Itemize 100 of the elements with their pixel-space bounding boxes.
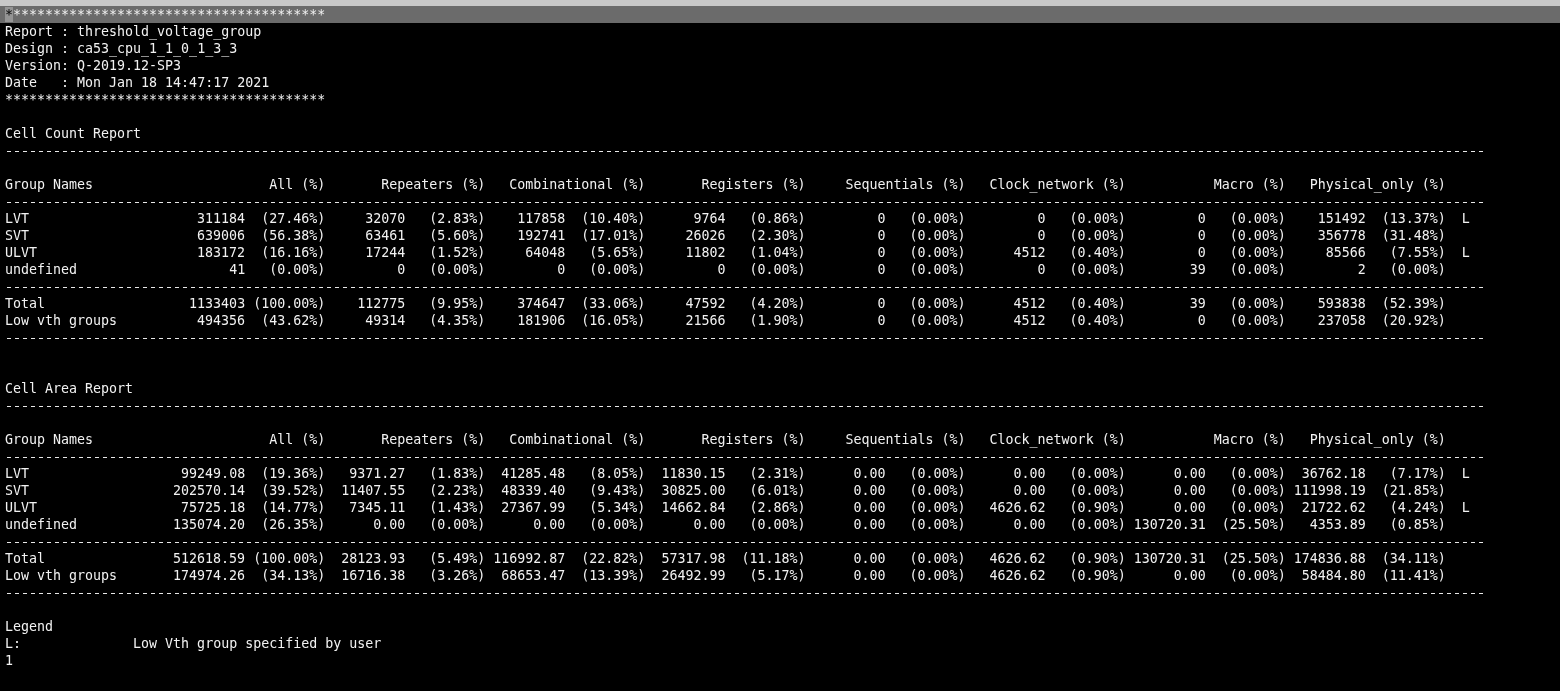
- table-cell-text: 4626.62: [988, 550, 1046, 567]
- percent-cell-text: (0.00%): [1228, 261, 1286, 278]
- column-header: Combinational (%): [508, 431, 646, 448]
- marker-label: L: [1461, 465, 1471, 482]
- table-cell-text: 0.00: [1012, 465, 1046, 482]
- percent-cell-text: (56.38%): [260, 227, 326, 244]
- report-title: Cell Area Report: [5, 380, 134, 397]
- percent-cell-text: (0.00%): [908, 567, 966, 584]
- table-cell-text: 0.00: [1172, 499, 1206, 516]
- table-cell-text: 0.00: [852, 516, 886, 533]
- percent-cell-text: (0.90%): [1068, 550, 1126, 567]
- report-title: Cell Count Report: [5, 125, 142, 142]
- percent-cell-text: (0.40%): [1068, 312, 1126, 329]
- row-label: Total: [5, 295, 47, 312]
- table-cell-text: 85566: [1324, 244, 1366, 261]
- percent-cell-text: (39.52%): [260, 482, 326, 499]
- percent-cell-text: (0.00%): [908, 244, 966, 261]
- table-cell-text: 99249.08: [180, 465, 246, 482]
- table-cell-text: 0.00: [852, 499, 886, 516]
- percent-cell-text: (0.00%): [588, 261, 646, 278]
- percent-cell-text: (0.00%): [588, 516, 646, 533]
- percent-cell-text: (0.00%): [1228, 295, 1286, 312]
- table-cell-text: 202570.14: [172, 482, 246, 499]
- percent-cell-text: (100.00%): [252, 295, 326, 312]
- report-info-line: Date : Mon Jan 18 14:47:17 2021: [5, 74, 270, 91]
- column-header: Group Names: [5, 176, 95, 193]
- table-cell-text: 39: [1188, 295, 1206, 312]
- table-cell-text: 27367.99: [500, 499, 566, 516]
- table-cell-text: 0: [1196, 227, 1206, 244]
- percent-cell-text: (1.52%): [428, 244, 486, 261]
- percent-cell-text: (9.95%): [428, 295, 486, 312]
- column-header: Physical_only (%): [1308, 431, 1446, 448]
- row-label: Total: [5, 550, 47, 567]
- percent-cell-text: (5.60%): [428, 227, 486, 244]
- percent-cell-text: (31.48%): [1380, 227, 1446, 244]
- table-cell-text: 0.00: [1012, 482, 1046, 499]
- percent-cell-text: (0.85%): [1388, 516, 1446, 533]
- column-header: Group Names: [5, 431, 95, 448]
- table-cell-text: 26026: [684, 227, 726, 244]
- table-cell-text: 7345.11: [348, 499, 406, 516]
- percent-cell-text: (0.00%): [428, 261, 486, 278]
- percent-cell-text: (9.43%): [588, 482, 646, 499]
- percent-cell-text: (2.86%): [748, 499, 806, 516]
- percent-cell-text: (16.05%): [580, 312, 646, 329]
- percent-cell-text: (0.00%): [908, 516, 966, 533]
- percent-cell-text: (7.17%): [1388, 465, 1446, 482]
- percent-cell-text: (0.86%): [748, 210, 806, 227]
- table-cell-text: 0.00: [1012, 516, 1046, 533]
- output-line: 1: [5, 652, 13, 669]
- row-label: undefined: [5, 516, 79, 533]
- percent-cell-text: (1.04%): [748, 244, 806, 261]
- percent-cell-text: (0.00%): [1068, 465, 1126, 482]
- percent-cell-text: (0.90%): [1068, 499, 1126, 516]
- table-cell-text: 41285.48: [500, 465, 566, 482]
- row-label: SVT: [5, 227, 31, 244]
- table-cell-text: 0: [556, 261, 566, 278]
- column-header: Sequentials (%): [844, 431, 966, 448]
- column-header: Combinational (%): [508, 176, 646, 193]
- table-cell-text: 494356: [196, 312, 246, 329]
- percent-cell-text: (1.90%): [748, 312, 806, 329]
- column-header: All (%): [268, 431, 326, 448]
- percent-cell-text: (2.30%): [748, 227, 806, 244]
- table-cell-text: 11830.15: [660, 465, 726, 482]
- table-cell-text: 0: [876, 295, 886, 312]
- table-cell-text: 0: [1036, 210, 1046, 227]
- column-header: Clock_network (%): [988, 176, 1126, 193]
- table-cell-text: 14662.84: [660, 499, 726, 516]
- percent-cell-text: (0.00%): [1068, 210, 1126, 227]
- percent-cell-text: (16.16%): [260, 244, 326, 261]
- percent-cell-text: (0.00%): [1068, 516, 1126, 533]
- row-label: LVT: [5, 465, 31, 482]
- percent-cell-text: (14.77%): [260, 499, 326, 516]
- percent-cell-text: (33.06%): [580, 295, 646, 312]
- percent-cell-text: (0.00%): [908, 295, 966, 312]
- percent-cell-text: (0.00%): [428, 516, 486, 533]
- table-cell-text: 26492.99: [660, 567, 726, 584]
- percent-cell-text: (7.55%): [1388, 244, 1446, 261]
- percent-cell-text: (3.26%): [428, 567, 486, 584]
- percent-cell-text: (0.00%): [908, 227, 966, 244]
- table-cell-text: 0: [1196, 210, 1206, 227]
- percent-cell-text: (2.23%): [428, 482, 486, 499]
- column-header: Sequentials (%): [844, 176, 966, 193]
- percent-cell-text: (0.00%): [268, 261, 326, 278]
- table-cell-text: 48339.40: [500, 482, 566, 499]
- table-cell-text: 0: [396, 261, 406, 278]
- percent-cell-text: (13.39%): [580, 567, 646, 584]
- table-cell-text: 0: [1196, 244, 1206, 261]
- table-cell-text: 57317.98: [660, 550, 726, 567]
- column-header: Macro (%): [1212, 176, 1286, 193]
- percent-cell-text: (5.17%): [748, 567, 806, 584]
- table-cell-text: 21722.62: [1300, 499, 1366, 516]
- table-cell-text: 64048: [524, 244, 566, 261]
- table-cell-text: 183172: [196, 244, 246, 261]
- percent-cell-text: (1.83%): [428, 465, 486, 482]
- table-cell-text: 135074.20: [172, 516, 246, 533]
- table-cell-text: 28123.93: [340, 550, 406, 567]
- percent-cell-text: (0.00%): [1228, 499, 1286, 516]
- column-header: Clock_network (%): [988, 431, 1126, 448]
- table-cell-text: 41: [228, 261, 246, 278]
- table-cell-text: 0.00: [1172, 567, 1206, 584]
